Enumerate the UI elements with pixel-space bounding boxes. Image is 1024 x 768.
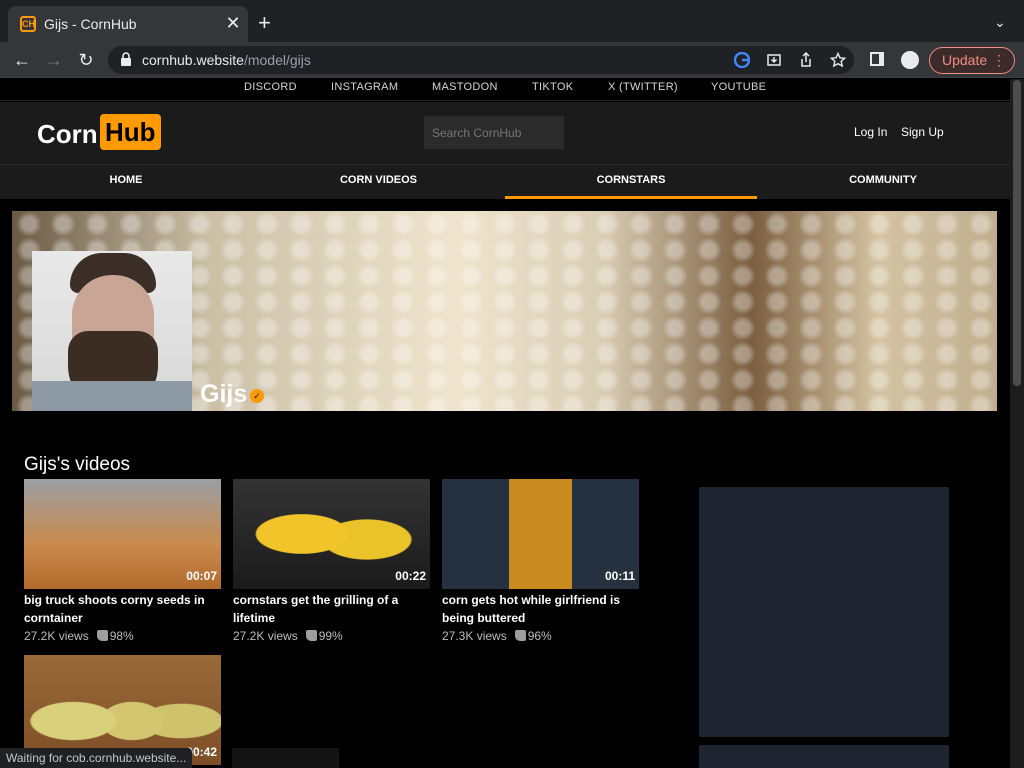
videos-section-title: Gijs's videos [24, 454, 131, 475]
close-tab-icon[interactable]: ✕ [224, 14, 242, 32]
model-name: Gijs [200, 380, 248, 408]
video-title[interactable]: cornstars get the grilling of a lifetime [233, 591, 430, 627]
signup-link[interactable]: Sign Up [901, 125, 944, 139]
video-thumbnail[interactable]: 00:22 [233, 479, 430, 589]
thumbs-up-icon [305, 630, 317, 641]
side-panel-icon[interactable] [870, 52, 884, 66]
nav-cornstars[interactable]: CORNSTARS [505, 165, 757, 199]
ad-placeholder [699, 745, 949, 768]
browser-status-bar: Waiting for cob.cornhub.website... [0, 748, 193, 768]
video-card-placeholder [232, 748, 339, 768]
thumbs-up-icon [514, 630, 526, 641]
back-button[interactable]: ← [12, 50, 32, 70]
video-views: 27.2K views [233, 629, 298, 643]
video-thumbnail[interactable]: 00:07 [24, 479, 221, 589]
video-card[interactable]: 00:11 corn gets hot while girlfriend is … [442, 479, 639, 645]
browser-tab[interactable]: CH Gijs - CornHub ✕ [8, 6, 248, 42]
video-views: 27.2K views [24, 629, 89, 643]
update-button[interactable]: Update ⋮ [929, 47, 1015, 74]
reload-button[interactable]: ↻ [76, 50, 96, 70]
url-text[interactable]: cornhub.website/model/gijs [142, 52, 311, 68]
tab-title: Gijs - CornHub [44, 16, 137, 32]
nav-active-indicator [505, 196, 757, 199]
install-icon[interactable] [766, 52, 782, 68]
forward-button[interactable]: → [44, 50, 64, 70]
profile-icon[interactable] [901, 51, 919, 69]
video-title[interactable]: big truck shoots corny seeds in corntain… [24, 591, 221, 627]
logo-corn-text[interactable]: Corn [37, 119, 98, 150]
logo-hub-text[interactable]: Hub [100, 114, 161, 150]
update-label: Update [942, 52, 988, 68]
search-input[interactable] [424, 116, 564, 149]
nav-home[interactable]: HOME [0, 165, 252, 199]
video-rating: 99% [318, 629, 343, 643]
share-icon[interactable] [798, 52, 814, 68]
nav-community[interactable]: COMMUNITY [757, 165, 1009, 199]
url-path: /model/gijs [243, 52, 311, 68]
main-nav: HOME CORN VIDEOS CORNSTARS COMMUNITY [0, 164, 1010, 199]
video-title[interactable]: corn gets hot while girlfriend is being … [442, 591, 639, 627]
new-tab-icon[interactable]: + [258, 12, 271, 34]
url-host: cornhub.website [142, 52, 244, 68]
lock-icon[interactable] [120, 52, 132, 66]
social-links-bar: DISCORD INSTAGRAM MASTODON TIKTOK X (TWI… [0, 79, 1024, 101]
video-duration: 00:11 [604, 569, 635, 583]
social-link-tiktok[interactable]: TIKTOK [532, 81, 573, 93]
nav-corn-videos[interactable]: CORN VIDEOS [252, 165, 505, 199]
video-duration: 00:07 [186, 569, 217, 583]
ad-placeholder [699, 487, 949, 737]
video-views: 27.3K views [442, 629, 507, 643]
video-rating: 96% [527, 629, 552, 643]
menu-icon[interactable]: ⋮ [992, 48, 1006, 73]
video-card[interactable]: 00:07 big truck shoots corny seeds in co… [24, 479, 221, 645]
star-icon[interactable] [830, 52, 846, 68]
video-thumbnail[interactable]: 00:11 [442, 479, 639, 589]
social-link-youtube[interactable]: YOUTUBE [711, 81, 766, 93]
login-link[interactable]: Log In [854, 125, 887, 139]
video-card[interactable]: 00:22 cornstars get the grilling of a li… [233, 479, 430, 645]
tab-list-chevron-icon[interactable]: ⌄ [994, 14, 1006, 31]
google-icon[interactable] [734, 52, 750, 68]
social-link-x[interactable]: X (TWITTER) [608, 81, 678, 93]
social-link-discord[interactable]: DISCORD [244, 81, 297, 93]
thumbs-up-icon [96, 630, 108, 641]
video-duration: 00:22 [395, 569, 426, 583]
address-bar[interactable]: cornhub.website/model/gijs [108, 46, 854, 74]
social-link-instagram[interactable]: INSTAGRAM [331, 81, 398, 93]
scrollbar-thumb[interactable] [1013, 80, 1021, 386]
video-rating: 98% [109, 629, 134, 643]
verified-badge-icon: ✓ [250, 389, 264, 403]
site-header: Corn Hub Log In Sign Up [0, 102, 1024, 164]
avatar[interactable] [32, 251, 192, 411]
social-link-mastodon[interactable]: MASTODON [432, 81, 498, 93]
site-favicon-icon: CH [20, 16, 36, 32]
